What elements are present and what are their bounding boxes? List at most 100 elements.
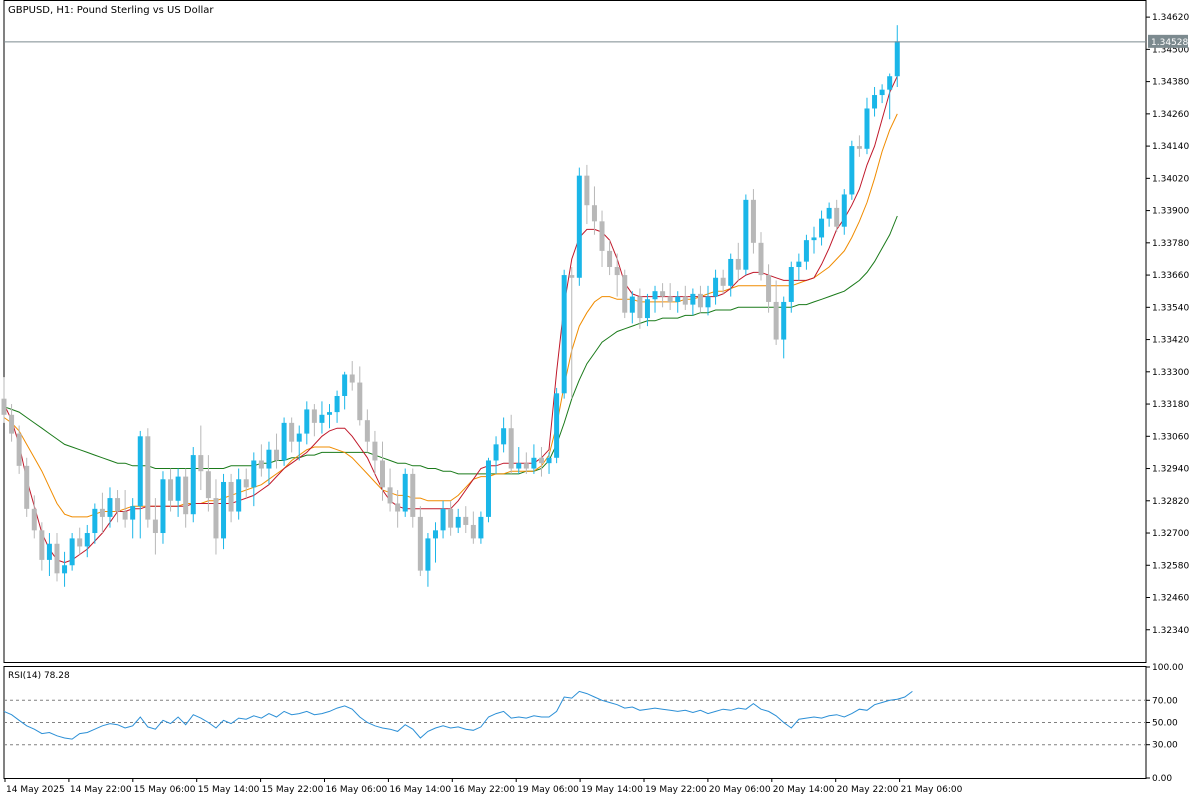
candle-bear: [1, 398, 7, 415]
candle-bull: [175, 476, 181, 501]
price-tick-label: 1.34260: [1152, 110, 1189, 120]
time-tick-label: 19 May 14:00: [581, 785, 643, 795]
candle-bull: [493, 444, 499, 461]
candle-bear: [584, 175, 590, 206]
candle-bull: [160, 479, 166, 534]
candle-bull: [402, 473, 408, 512]
candle-bull: [334, 395, 340, 413]
candle-bear: [115, 498, 121, 512]
candle-bear: [9, 414, 15, 434]
candle-bear: [720, 277, 726, 286]
rsi-tick-label: 30.00: [1152, 741, 1178, 751]
candle-bear: [168, 479, 174, 501]
candle-bull: [803, 240, 809, 262]
candle-bull: [107, 498, 113, 517]
candle-bull: [826, 207, 832, 219]
price-tick-label: 1.32700: [1152, 529, 1189, 539]
candle-bull: [190, 455, 196, 515]
price-tick-label: 1.34140: [1152, 142, 1189, 152]
candle-bear: [417, 516, 423, 571]
candle-bull: [841, 194, 847, 227]
price-tick-label: 1.33300: [1152, 368, 1189, 378]
candle-bear: [622, 275, 628, 313]
candle-bull: [251, 460, 257, 488]
time-tick-label: 19 May 22:00: [645, 785, 707, 795]
price-tick-label: 1.34620: [1152, 13, 1189, 23]
candle-bear: [364, 420, 370, 442]
candle-bear: [77, 538, 83, 547]
candle-bear: [614, 267, 620, 276]
candle-bear: [766, 275, 772, 302]
time-tick-label: 16 May 22:00: [453, 785, 515, 795]
chart-background: [0, 0, 1200, 800]
candle-bear: [289, 422, 295, 442]
candle-bear: [183, 476, 189, 515]
candle-bear: [773, 301, 779, 340]
candle-bull: [788, 267, 794, 302]
time-tick-label: 19 May 06:00: [517, 785, 579, 795]
candle-bull: [713, 277, 719, 297]
candle-bear: [448, 508, 454, 528]
candle-bull: [455, 516, 461, 528]
candle-bull: [796, 261, 802, 268]
time-tick-label: 20 May 14:00: [773, 785, 835, 795]
candle-bull: [781, 301, 787, 340]
candle-bull: [872, 95, 878, 109]
candle-bull: [811, 237, 817, 241]
price-tick-label: 1.33780: [1152, 239, 1189, 249]
time-tick-label: 21 May 06:00: [901, 785, 963, 795]
candle-bull: [304, 409, 310, 434]
candle-bull: [478, 516, 484, 539]
candle-bear: [243, 479, 249, 488]
price-tick-label: 1.32580: [1152, 561, 1189, 571]
candle-bear: [395, 503, 401, 512]
candle-bear: [697, 293, 703, 308]
candle-bear: [31, 508, 37, 531]
candle-bear: [523, 463, 529, 469]
candle-bull: [652, 291, 658, 300]
chart-window: 1.34620 1.34500 1.34380 1.34260 1.34140 1.340…: [0, 0, 1200, 800]
candle-bull: [266, 449, 272, 469]
candle-bear: [145, 436, 151, 520]
candle-bull: [62, 565, 68, 574]
candle-bull: [894, 41, 900, 77]
chart-title: GBPUSD, H1: Pound Sterling vs US Dollar: [8, 5, 214, 16]
candle-bull: [546, 457, 552, 464]
candle-bear: [682, 296, 688, 305]
candle-bull: [432, 530, 438, 539]
time-tick-label: 14 May 22:00: [70, 785, 132, 795]
candle-bear: [198, 455, 204, 472]
candle-bear: [258, 460, 264, 469]
candle-bear: [735, 258, 741, 270]
candle-bull: [92, 508, 98, 534]
price-tick-label: 1.32340: [1152, 626, 1189, 636]
price-tick-label: 1.33420: [1152, 336, 1189, 346]
price-tick-label: 1.34020: [1152, 174, 1189, 184]
rsi-tick-label: 100.00: [1152, 663, 1184, 673]
candle-bull: [319, 414, 325, 423]
candle-bear: [667, 296, 673, 302]
candle-bear: [16, 433, 22, 466]
candle-bear: [660, 291, 666, 297]
candle-bear: [54, 543, 60, 574]
candle-bear: [349, 374, 355, 383]
candle-bull: [531, 457, 537, 469]
candle-bull: [281, 422, 287, 461]
candle-bull: [576, 175, 582, 278]
time-tick-label: 14 May 2025: [6, 785, 65, 795]
time-tick-label: 16 May 06:00: [326, 785, 388, 795]
candle-bear: [463, 516, 469, 525]
candle-bull: [425, 538, 431, 571]
candle-bull: [728, 258, 734, 286]
rsi-title: RSI(14) 78.28: [8, 671, 70, 681]
candle-bear: [508, 428, 514, 469]
candle-bull: [485, 460, 491, 517]
candle-bull: [554, 393, 560, 458]
time-tick-label: 20 May 06:00: [709, 785, 771, 795]
candle-bull: [887, 76, 893, 90]
candle-bear: [569, 275, 575, 278]
candle-bear: [24, 465, 30, 509]
chart-canvas: 1.346201.345001.343801.342601.341401.340…: [0, 0, 1200, 800]
candle-bear: [599, 221, 605, 251]
candle-bear: [750, 199, 756, 243]
